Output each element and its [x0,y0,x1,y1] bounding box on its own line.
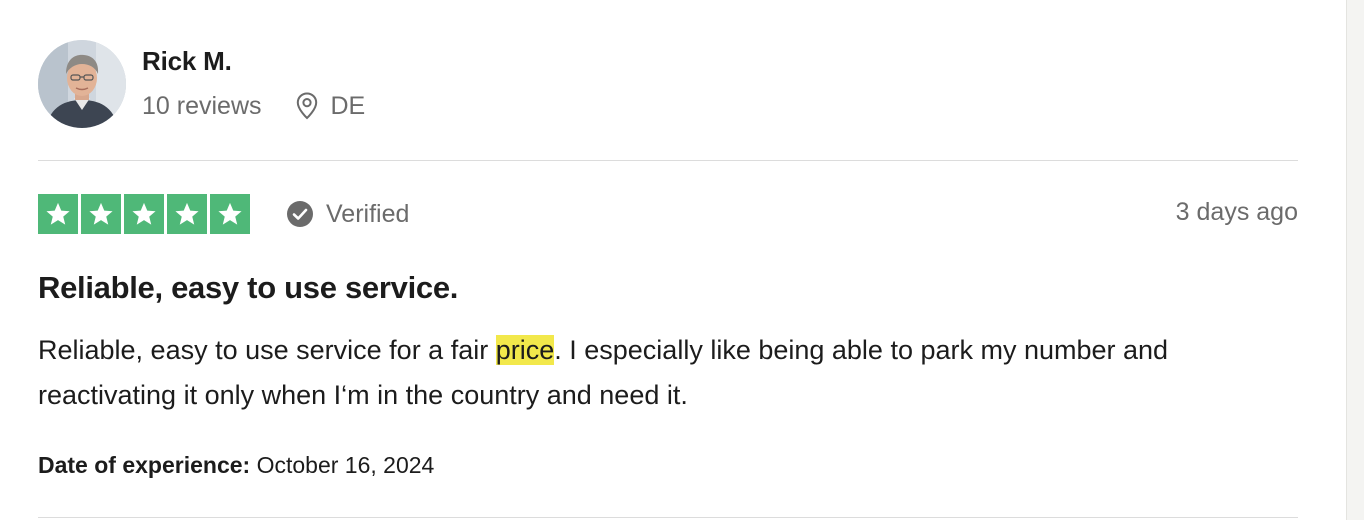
star-icon [81,194,121,234]
review-card: Rick M. 10 reviews DE Verified 3 days ag… [0,0,1346,520]
reviewer-name[interactable]: Rick M. [142,46,232,77]
experience-label: Date of experience: [38,452,251,478]
star-rating [38,194,250,234]
reviewer-meta: 10 reviews DE [142,89,365,123]
review-body-text: Reliable, easy to use service for a fair [38,335,496,365]
avatar-photo [38,40,126,128]
reviewer-location: DE [296,91,366,121]
star-icon [124,194,164,234]
review-title[interactable]: Reliable, easy to use service. [38,270,458,306]
map-pin-icon [296,92,318,120]
divider [38,160,1298,161]
avatar[interactable] [38,40,126,128]
experience-date: October 16, 2024 [250,452,435,478]
review-body: Reliable, easy to use service for a fair… [38,328,1278,418]
review-date: 3 days ago [1175,198,1298,226]
page-edge [1346,0,1364,520]
date-of-experience: Date of experience: October 16, 2024 [38,452,434,479]
verified-label: Verified [326,199,410,228]
check-circle-icon [286,200,314,228]
verified-badge[interactable]: Verified [286,197,409,231]
divider [38,517,1298,518]
star-icon [167,194,207,234]
review-count: 10 reviews [142,91,262,120]
star-icon [38,194,78,234]
star-icon [210,194,250,234]
highlighted-keyword: price [495,335,555,365]
location-label: DE [330,91,366,120]
